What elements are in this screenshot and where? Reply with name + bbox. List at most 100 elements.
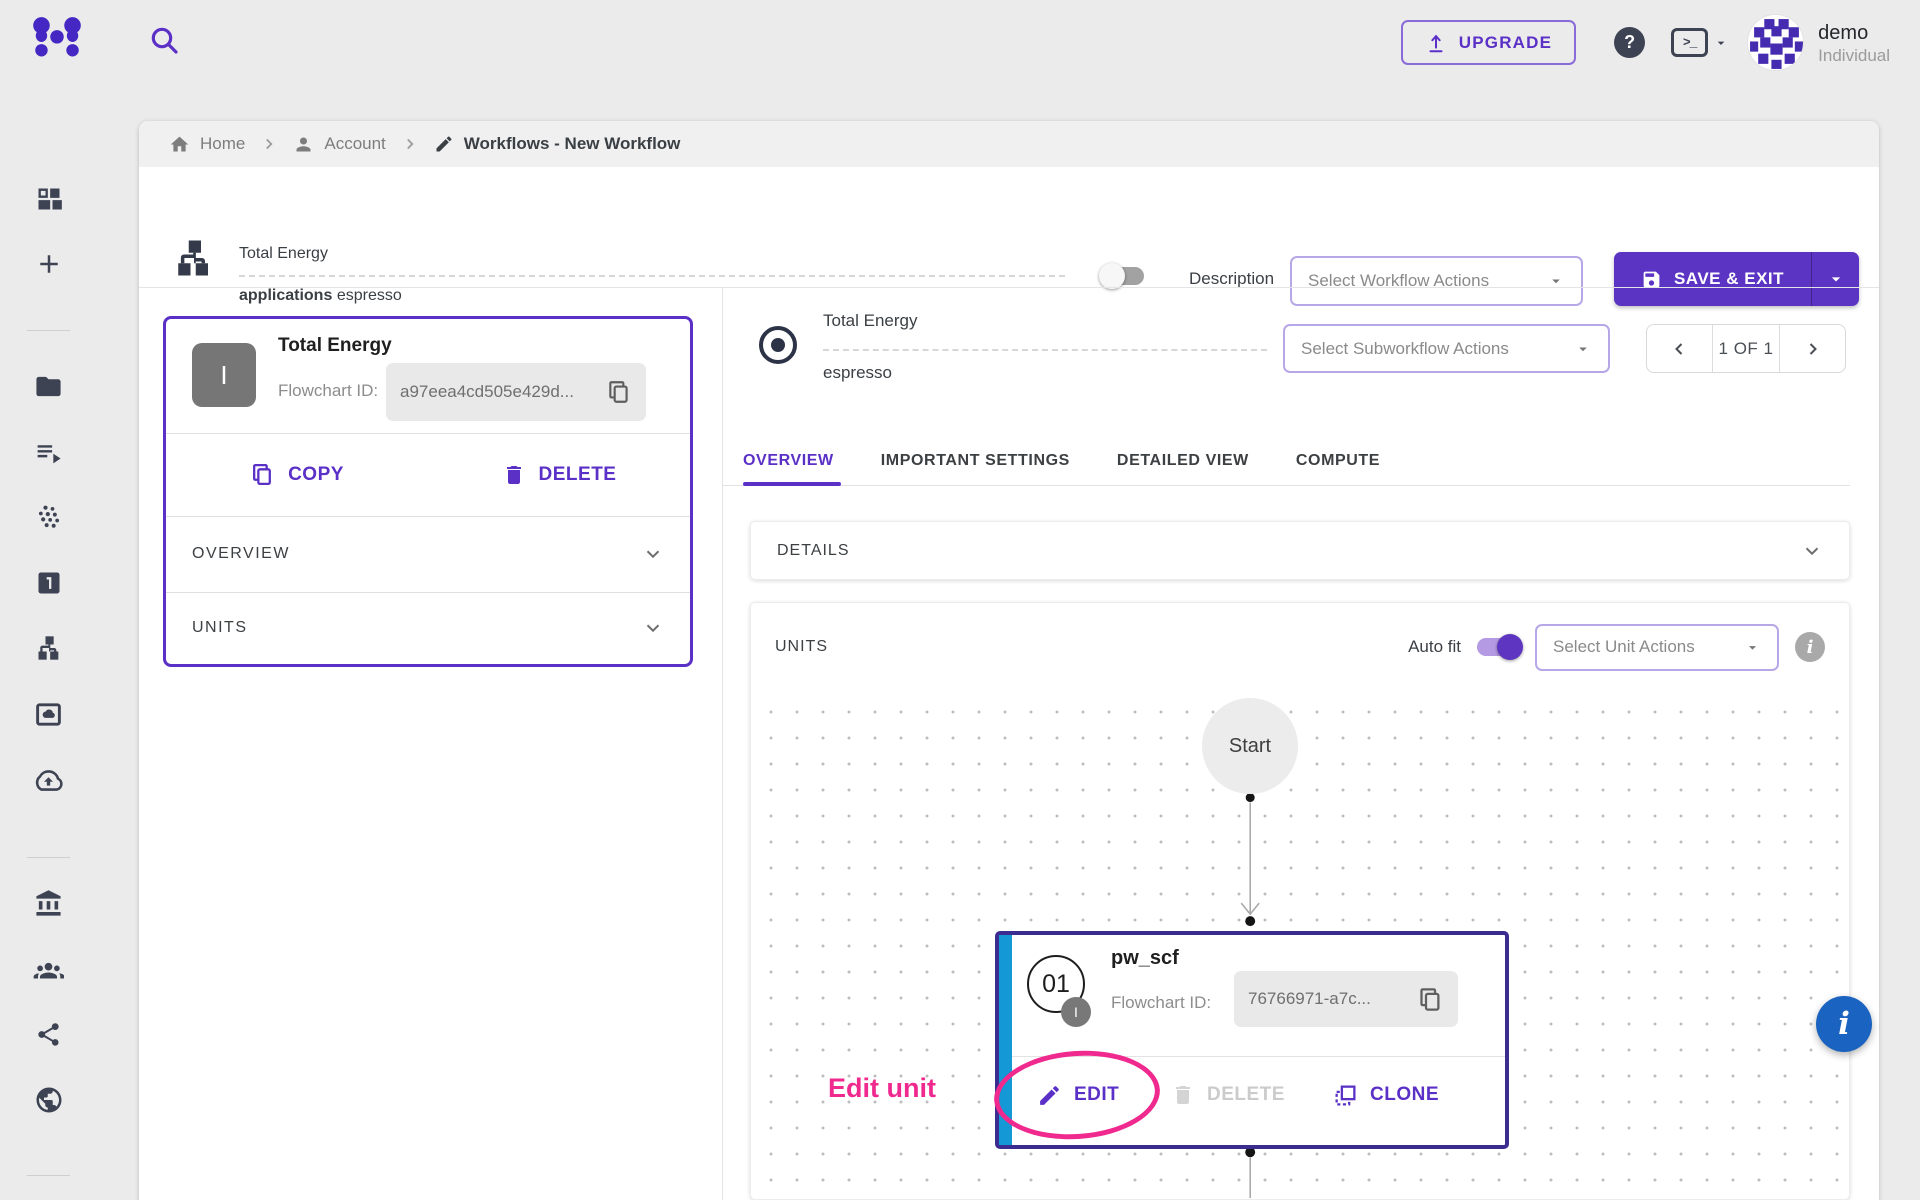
unit-edit-button[interactable]: EDIT	[1037, 1073, 1119, 1117]
subworkflow-pager: 1 OF 1	[1646, 324, 1846, 373]
sidebar	[0, 85, 97, 1200]
chevron-left-icon	[1669, 339, 1689, 359]
home-icon	[169, 134, 190, 155]
workflow-card-title: Total Energy	[278, 335, 392, 357]
chevron-down-icon	[1801, 540, 1823, 562]
description-toggle[interactable]	[1102, 267, 1144, 285]
flowchart-canvas[interactable]: Start 01 I pw_scf Flowchart ID: 76766971…	[752, 691, 1848, 1198]
units-panel: UNITS Auto fit Select Unit Actions i	[750, 602, 1850, 1200]
bank-icon[interactable]	[0, 883, 97, 923]
unit-name: pw_scf	[1111, 947, 1179, 970]
unit-node-pw-scf[interactable]: 01 I pw_scf Flowchart ID: 76766971-a7c..…	[995, 931, 1509, 1149]
trash-icon	[502, 463, 526, 487]
workflow-card-actions: COPY DELETE	[166, 433, 690, 516]
platform-logo-icon[interactable]	[28, 13, 86, 71]
breadcrumb-current: Workflows - New Workflow	[434, 134, 681, 154]
pager-next-button[interactable]	[1779, 325, 1845, 372]
playlist-icon[interactable]	[0, 432, 97, 472]
team-icon[interactable]	[0, 949, 97, 989]
flowchart-id-label: Flowchart ID:	[278, 381, 378, 401]
chevron-right-icon	[260, 135, 278, 153]
annotation-edit-unit: Edit unit	[828, 1073, 936, 1104]
clone-icon	[1333, 1083, 1358, 1108]
units-accordion[interactable]: UNITS	[166, 592, 690, 664]
unit-delete-button-disabled[interactable]: DELETE	[1171, 1073, 1285, 1117]
user-menu[interactable]: demo Individual	[1747, 14, 1890, 71]
save-exit-button[interactable]: SAVE & EXIT	[1614, 252, 1859, 306]
workflow-header: Total Energy applications espresso Descr…	[139, 167, 1879, 287]
copy-id-icon[interactable]	[606, 379, 632, 405]
units-info-icon[interactable]: i	[1795, 632, 1825, 662]
unit-actions-select[interactable]: Select Unit Actions	[1535, 624, 1779, 671]
user-name: demo	[1818, 20, 1890, 46]
pager-prev-button[interactable]	[1647, 325, 1713, 372]
avatar	[1747, 14, 1804, 71]
workflow-category: applications	[239, 287, 332, 304]
unit-id-label: Flowchart ID:	[1111, 993, 1211, 1013]
selected-workflow-card[interactable]: I Total Energy Flowchart ID: a97eea4cd50…	[163, 316, 693, 667]
unit-clone-button[interactable]: CLONE	[1333, 1073, 1439, 1117]
topbar: UPGRADE ? >_	[0, 0, 1920, 85]
subworkflow-actions-select[interactable]: Select Subworkflow Actions	[1283, 324, 1610, 373]
tab-bar: OVERVIEW IMPORTANT SETTINGS DETAILED VIE…	[743, 436, 1380, 486]
console-menu-button[interactable]: >_	[1671, 28, 1729, 57]
details-accordion[interactable]: DETAILS	[750, 521, 1850, 580]
dashed-divider	[823, 349, 1267, 351]
search-icon[interactable]	[148, 24, 180, 56]
active-tab-indicator	[743, 482, 841, 486]
description-label: Description	[1189, 269, 1274, 289]
delete-workflow-button[interactable]: DELETE	[502, 463, 617, 487]
tabs-underline	[723, 485, 1850, 486]
tab-detailed-view[interactable]: DETAILED VIEW	[1117, 452, 1249, 470]
copy-workflow-button[interactable]: COPY	[250, 462, 344, 487]
trash-icon	[1171, 1083, 1195, 1107]
share-icon[interactable]	[0, 1014, 97, 1054]
units-header: UNITS Auto fit Select Unit Actions i	[751, 603, 1849, 691]
breadcrumb-account[interactable]: Account	[293, 134, 385, 155]
workflows-icon[interactable]	[0, 628, 97, 668]
pager-indicator: 1 OF 1	[1713, 325, 1780, 372]
unit-divider	[1012, 1056, 1505, 1057]
caret-down-icon	[1744, 639, 1761, 656]
looks-one-icon[interactable]	[0, 563, 97, 603]
user-plan: Individual	[1818, 46, 1890, 66]
workflow-titleblock: Total Energy applications espresso	[239, 245, 1065, 305]
tab-important-settings[interactable]: IMPORTANT SETTINGS	[881, 452, 1070, 470]
tab-compute[interactable]: COMPUTE	[1296, 452, 1380, 470]
add-icon[interactable]	[0, 244, 97, 284]
save-exit-dropdown[interactable]	[1811, 252, 1859, 306]
copy-unit-id-icon[interactable]	[1417, 986, 1444, 1013]
workflow-title[interactable]: Total Energy	[239, 245, 1065, 263]
flowchart-id-value: a97eea4cd505e429d...	[400, 382, 574, 402]
copy-icon	[250, 462, 275, 487]
globe-icon[interactable]	[0, 1080, 97, 1120]
start-node[interactable]: Start	[1202, 698, 1298, 794]
autofit-toggle[interactable]	[1477, 638, 1519, 656]
tab-overview[interactable]: OVERVIEW	[743, 452, 834, 470]
wallpaper-icon[interactable]	[0, 694, 97, 734]
upload-icon	[1425, 32, 1447, 54]
sidebar-divider	[27, 1175, 70, 1176]
workflow-initial-badge: I	[192, 343, 256, 407]
help-icon[interactable]: ?	[1614, 27, 1645, 58]
breadcrumb-home[interactable]: Home	[169, 134, 245, 155]
flowchart-id-chip: a97eea4cd505e429d...	[386, 363, 646, 421]
terminal-icon: >_	[1671, 28, 1708, 57]
dashboard-icon[interactable]	[0, 179, 97, 219]
unit-id-value: 76766971-a7c...	[1248, 989, 1371, 1009]
atoms-icon[interactable]	[0, 497, 97, 537]
cloud-upload-icon[interactable]	[0, 760, 97, 800]
header-divider	[139, 287, 1879, 288]
info-fab-button[interactable]: i	[1816, 996, 1872, 1052]
folder-icon[interactable]	[0, 366, 97, 406]
chevron-down-icon	[642, 543, 664, 565]
pencil-icon	[434, 134, 454, 154]
workflow-actions-select[interactable]: Select Workflow Actions	[1290, 256, 1583, 306]
subworkflow-title: Total Energy	[823, 311, 918, 331]
person-icon	[293, 134, 314, 155]
main-content: Home Account Workflows - New Workflow	[139, 121, 1879, 1200]
upgrade-button[interactable]: UPGRADE	[1401, 20, 1576, 65]
overview-accordion[interactable]: OVERVIEW	[166, 516, 690, 592]
chevron-down-icon	[642, 617, 664, 639]
caret-down-icon	[1826, 269, 1846, 289]
